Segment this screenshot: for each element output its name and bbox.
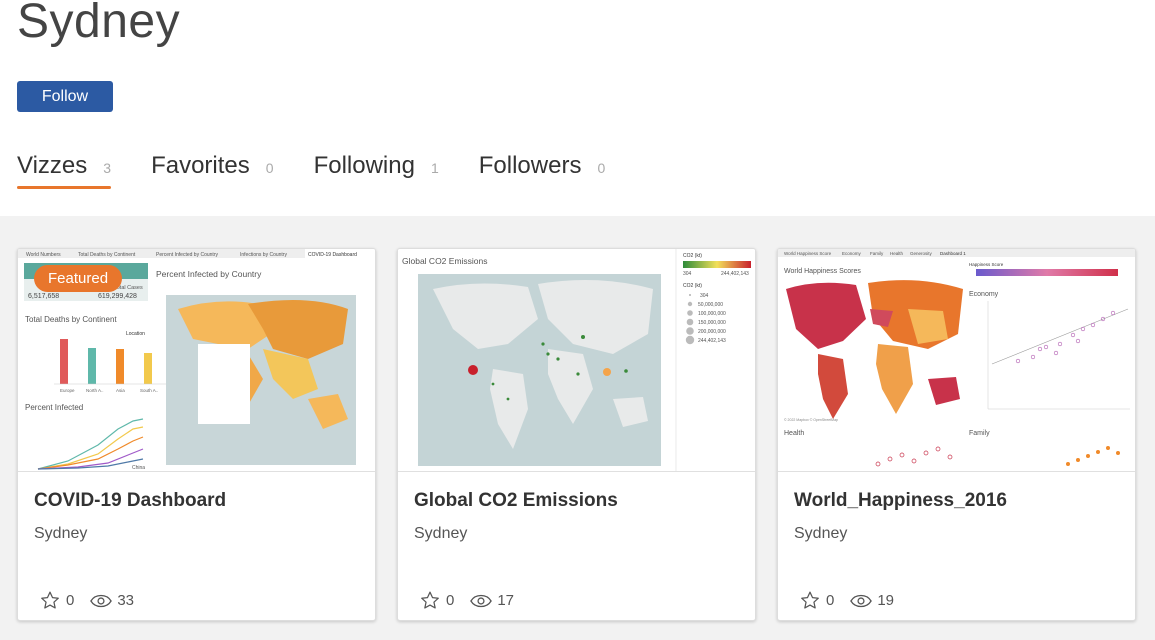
tab-following[interactable]: Following 1 (314, 152, 439, 190)
follow-button[interactable]: Follow (17, 81, 113, 112)
viz-author[interactable]: Sydney (34, 525, 87, 543)
thumb-label: Europe (60, 388, 75, 393)
thumb-label: 150,000,000 (698, 320, 726, 326)
thumb-label: 50,000,000 (698, 302, 723, 308)
tab-label: Following (313, 152, 415, 179)
viz-card-co2[interactable]: Global CO2 Emissions CO2 (kt) 304 244,40… (397, 248, 756, 621)
thumb-title: Global CO2 Emissions (402, 256, 488, 266)
thumb-label: Location (126, 331, 145, 337)
favorite-count: 0 (826, 592, 835, 609)
thumb-title: Total Deaths by Continent (25, 315, 117, 324)
thumb-legend-title: CO2 (kt) (683, 253, 702, 259)
profile-tabs: Vizzes 3 Favorites 0 Following 1 Followe… (17, 152, 645, 190)
views-value: 33 (117, 592, 135, 609)
star-icon (801, 591, 819, 609)
thumb-label: © 2022 Mapbox © OpenStreetMap (784, 418, 838, 422)
thumb-title: Percent Infected (25, 403, 83, 412)
viz-author[interactable]: Sydney (414, 525, 467, 543)
eye-icon (850, 594, 873, 607)
thumb-tab: Generosity (910, 251, 933, 256)
thumb-label: North A.. (86, 388, 104, 393)
thumb-legend-title: CO2 (kt) (683, 283, 702, 289)
viz-thumbnail[interactable]: World Numbers Total Deaths by Continent … (18, 249, 375, 472)
tab-count: 1 (430, 160, 439, 176)
eye-icon (470, 594, 493, 607)
thumb-tab: World Numbers (26, 252, 61, 258)
tab-favorites[interactable]: Favorites 0 (151, 152, 274, 190)
viz-stats: 0 33 (39, 590, 150, 611)
thumb-tab: Total Deaths by Continent (78, 252, 136, 258)
tab-label: Vizzes (17, 152, 88, 179)
star-icon (41, 591, 59, 609)
thumb-label: 244,402,143 (698, 338, 726, 344)
thumb-value: 6,517,658 (28, 293, 59, 300)
view-count: 19 (850, 592, 894, 609)
tab-count: 3 (103, 160, 112, 176)
viz-stats: 0 19 (799, 590, 910, 611)
thumb-label: 304 (683, 271, 692, 277)
thumb-label: 100,000,000 (698, 311, 726, 317)
tab-label: Favorites (151, 152, 250, 179)
viz-title[interactable]: Global CO2 Emissions (414, 490, 618, 512)
viz-title[interactable]: COVID-19 Dashboard (34, 490, 226, 512)
thumb-tab: Health (890, 251, 904, 256)
favorite-button[interactable]: 0 (419, 590, 454, 611)
viz-card-covid[interactable]: World Numbers Total Deaths by Continent … (17, 248, 376, 621)
thumb-label: 244,402,143 (721, 271, 749, 277)
favorite-button[interactable]: 0 (799, 590, 834, 611)
views-value: 17 (497, 592, 515, 609)
view-count: 33 (90, 592, 134, 609)
thumb-title: World Happiness Scores (784, 268, 861, 275)
favorite-button[interactable]: 0 (39, 590, 74, 611)
thumb-label: Asia (116, 388, 125, 393)
thumb-legend-title: Happiness Score (969, 262, 1004, 267)
tab-followers[interactable]: Followers 0 (479, 152, 606, 190)
view-count: 17 (470, 592, 514, 609)
thumb-tab: Percent Infected by Country (156, 252, 218, 258)
eye-icon (90, 594, 113, 607)
favorite-count: 0 (446, 592, 455, 609)
thumb-tab: Infections by Country (240, 252, 287, 258)
thumb-tab: Dashboard 1 (940, 251, 966, 256)
featured-badge: Featured (34, 265, 123, 292)
viz-thumbnail[interactable]: World Happiness Score Economy Family Hea… (778, 249, 1135, 472)
thumb-label: South A.. (140, 388, 158, 393)
tab-label: Followers (478, 152, 582, 179)
viz-card-happiness[interactable]: World Happiness Score Economy Family Hea… (777, 248, 1136, 621)
thumb-tab: World Happiness Score (784, 251, 832, 256)
profile-header: Sydney Follow Vizzes 3 Favorites 0 Follo… (0, 0, 1155, 216)
views-value: 19 (877, 592, 895, 609)
tab-count: 0 (597, 160, 606, 176)
thumb-tab: COVID-19 Dashboard (308, 252, 357, 258)
tab-vizzes[interactable]: Vizzes 3 (17, 152, 112, 190)
thumb-tab: Economy (842, 251, 862, 256)
viz-gallery: World Numbers Total Deaths by Continent … (0, 216, 1155, 640)
viz-author[interactable]: Sydney (794, 525, 847, 543)
viz-title[interactable]: World_Happiness_2016 (794, 490, 1007, 512)
thumb-title: Percent Infected by Country (156, 269, 262, 279)
thumb-title: Health (784, 430, 804, 437)
thumb-label: 200,000,000 (698, 329, 726, 335)
thumb-label: 304 (700, 293, 709, 299)
star-icon (421, 591, 439, 609)
viz-stats: 0 17 (419, 590, 530, 611)
favorite-count: 0 (66, 592, 75, 609)
thumb-tab: Family (870, 251, 884, 256)
tab-count: 0 (265, 160, 274, 176)
thumb-value: 619,299,428 (98, 293, 137, 300)
thumb-label: China (132, 465, 145, 471)
viz-thumbnail[interactable]: Global CO2 Emissions CO2 (kt) 304 244,40… (398, 249, 755, 472)
profile-name: Sydney (17, 0, 181, 48)
thumb-title: Economy (969, 291, 999, 298)
thumb-title: Family (969, 430, 990, 437)
